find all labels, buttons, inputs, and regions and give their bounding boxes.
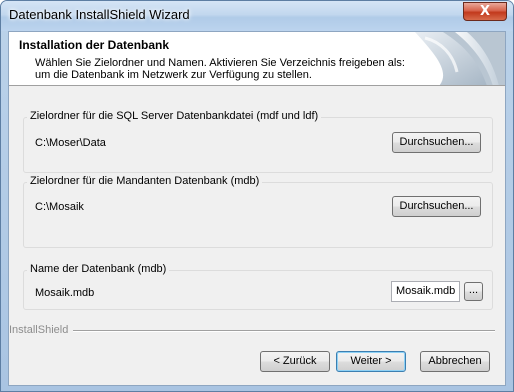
header-swoosh-graphic bbox=[415, 32, 505, 85]
mandanten-folder-group: Zielordner für die Mandanten Datenbank (… bbox=[23, 175, 493, 248]
mandanten-folder-browse-button[interactable]: Durchsuchen... bbox=[392, 196, 481, 217]
brand-label: InstallShield bbox=[9, 324, 73, 336]
db-name-group: Name der Datenbank (mdb) Mosaik.mdb Mosa… bbox=[23, 263, 493, 310]
window-title: Datenbank InstallShield Wizard bbox=[9, 7, 190, 22]
mandanten-folder-path: C:\Mosaik bbox=[35, 201, 84, 213]
brand-divider bbox=[73, 330, 495, 332]
sql-folder-path: C:\Moser\Data bbox=[35, 137, 106, 149]
header-title: Installation der Datenbank bbox=[19, 38, 170, 52]
dialog-body: Installation der Datenbank Wählen Sie Zi… bbox=[8, 31, 506, 386]
db-name-ellipsis-button[interactable]: ... bbox=[464, 282, 483, 301]
close-button[interactable]: X bbox=[463, 2, 507, 21]
next-button[interactable]: Weiter > bbox=[336, 351, 406, 372]
wizard-header: Installation der Datenbank Wählen Sie Zi… bbox=[9, 32, 505, 86]
sql-folder-group: Zielordner für die SQL Server Datenbankd… bbox=[23, 110, 493, 173]
wizard-window: Datenbank InstallShield Wizard X Install… bbox=[0, 0, 514, 392]
back-button[interactable]: < Zurück bbox=[260, 351, 330, 372]
sql-folder-browse-button[interactable]: Durchsuchen... bbox=[392, 132, 481, 153]
sql-folder-label: Zielordner für die SQL Server Datenbankd… bbox=[27, 110, 322, 122]
installshield-brand: InstallShield bbox=[9, 324, 505, 336]
db-name-input[interactable]: Mosaik.mdb bbox=[391, 281, 460, 302]
cancel-button[interactable]: Abbrechen bbox=[420, 351, 490, 372]
close-icon: X bbox=[479, 4, 491, 19]
mandanten-folder-label: Zielordner für die Mandanten Datenbank (… bbox=[27, 175, 263, 187]
db-name-file: Mosaik.mdb bbox=[35, 287, 95, 299]
db-name-label: Name der Datenbank (mdb) bbox=[27, 263, 170, 275]
title-bar[interactable]: Datenbank InstallShield Wizard X bbox=[1, 1, 513, 31]
header-description: Wählen Sie Zielordner und Namen. Aktivie… bbox=[35, 57, 405, 81]
